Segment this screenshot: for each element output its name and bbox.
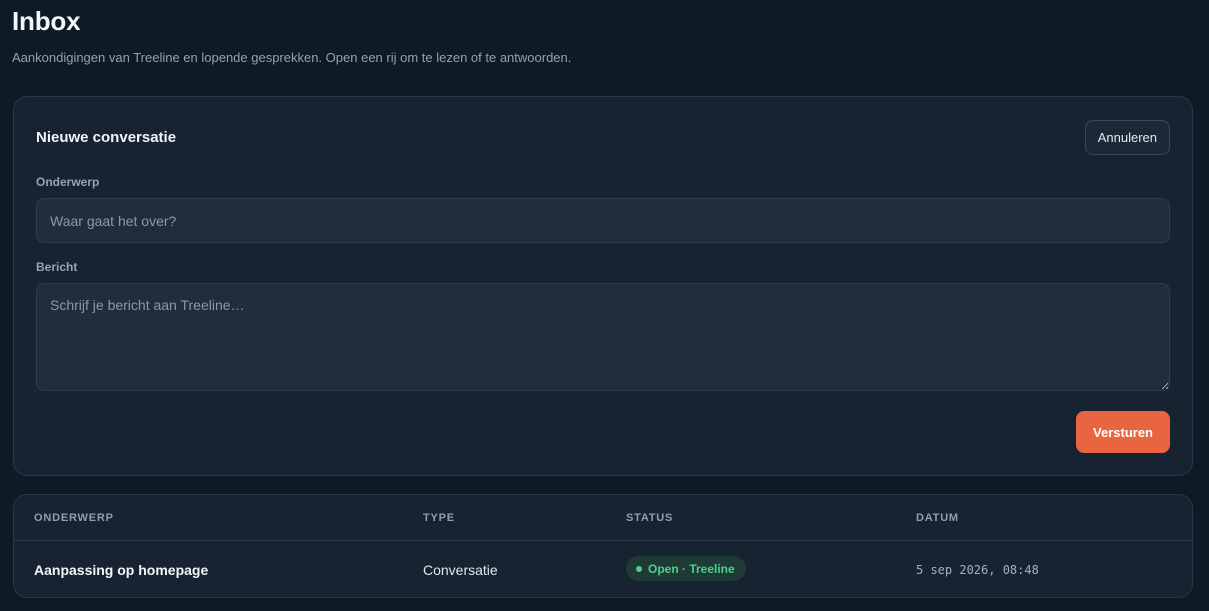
subject-input[interactable]: [36, 198, 1170, 243]
send-button[interactable]: Versturen: [1076, 411, 1170, 453]
cancel-button[interactable]: Annuleren: [1084, 120, 1170, 155]
table-row[interactable]: Aanpassing op homepage Conversatie Open …: [14, 541, 1192, 597]
page-subtitle: Aankondigingen van Treeline en lopende g…: [12, 50, 572, 65]
subject-label: Onderwerp: [36, 175, 100, 189]
row-date: 5 sep 2026, 08:48: [916, 563, 1039, 577]
column-header-subject: ONDERWERP: [34, 512, 114, 524]
compose-card: Nieuwe conversatie Annuleren Onderwerp B…: [13, 96, 1193, 476]
page-title: Inbox: [12, 6, 81, 36]
message-textarea[interactable]: [36, 283, 1170, 391]
row-type: Conversatie: [423, 562, 498, 578]
status-dot-icon: [636, 565, 642, 572]
compose-title: Nieuwe conversatie: [36, 129, 177, 146]
message-label: Bericht: [36, 260, 78, 274]
column-header-status: STATUS: [626, 512, 674, 524]
column-header-type: TYPE: [423, 512, 455, 524]
inbox-page: Inbox Aankondigingen van Treeline en lop…: [0, 0, 1209, 611]
status-text: Open · Treeline: [648, 561, 735, 576]
column-header-date: DATUM: [916, 512, 959, 524]
row-subject: Aanpassing op homepage: [34, 562, 209, 578]
status-badge: Open · Treeline: [626, 556, 746, 581]
conversations-table: ONDERWERP TYPE STATUS DATUM Aanpassing o…: [13, 494, 1193, 598]
table-header: ONDERWERP TYPE STATUS DATUM: [14, 495, 1192, 541]
